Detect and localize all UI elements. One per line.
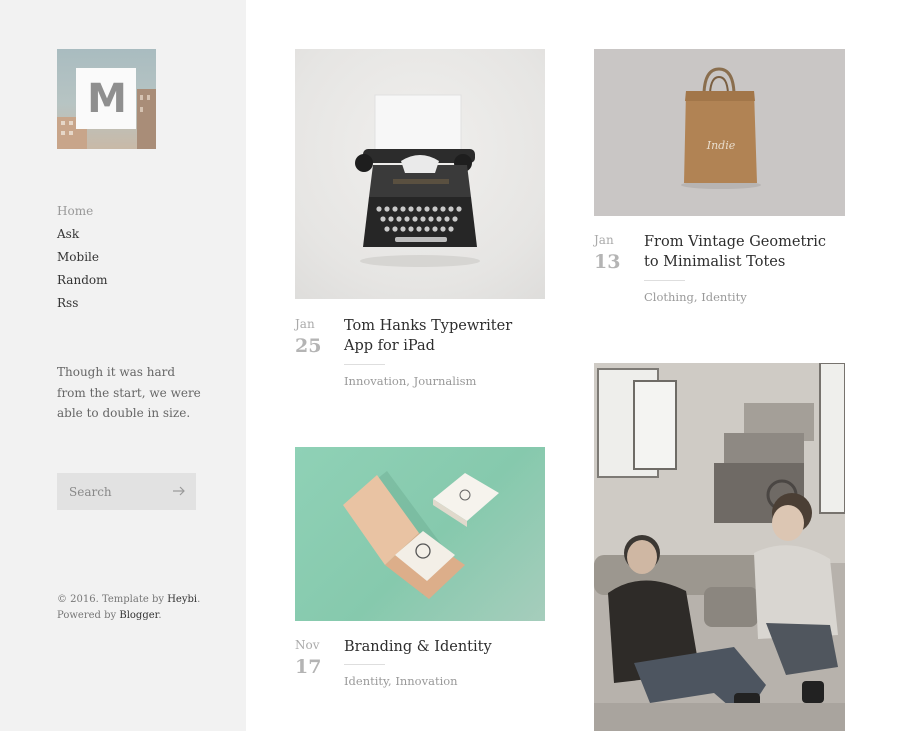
title-divider [344, 664, 385, 665]
tote-bag-illustration: Indie [681, 67, 761, 189]
arrow-right-icon[interactable] [172, 484, 186, 498]
title-divider [344, 364, 385, 365]
business-cards-illustration [343, 471, 499, 599]
tag-link[interactable]: Identity [701, 290, 747, 304]
post-day: 25 [295, 335, 322, 357]
post-image-tote-bag[interactable]: Indie [594, 49, 845, 216]
nav-rss[interactable]: Rss [57, 292, 107, 315]
blog-description: Though it was hard from the start, we we… [57, 365, 201, 420]
tag-link[interactable]: Innovation [395, 674, 457, 688]
site-logo[interactable]: M [57, 49, 156, 149]
footer: © 2016. Template by Heybi. Powered by Bl… [57, 592, 200, 624]
footer-text: . [158, 610, 162, 621]
footer-credit: © 2016. Template by Heybi. [57, 592, 200, 608]
nav-home[interactable]: Home [57, 200, 107, 223]
sidebar: M Home Ask Mobile Random Rss Though it w… [0, 0, 246, 731]
footer-text: . [197, 594, 201, 605]
nav-random[interactable]: Random [57, 269, 107, 292]
post-tags: Innovation, Journalism [344, 374, 476, 388]
post-title[interactable]: Branding & Identity [344, 637, 544, 657]
post-image-business-cards[interactable] [295, 447, 545, 621]
post-tags: Clothing, Identity [644, 290, 747, 304]
typewriter-illustration [355, 94, 480, 267]
title-divider [644, 280, 685, 281]
post-title[interactable]: Tom Hanks Typewriter App for iPad [344, 316, 544, 356]
footer-text: Powered by [57, 610, 120, 621]
svg-text:Indie: Indie [706, 139, 736, 152]
post-month: Jan [594, 233, 614, 247]
tag-link[interactable]: Innovation [344, 374, 406, 388]
post-title[interactable]: From Vintage Geometric to Minimalist Tot… [644, 232, 844, 272]
tag-separator: , [406, 374, 414, 388]
tag-link[interactable]: Journalism [414, 374, 477, 388]
post-image-couple[interactable] [594, 363, 845, 731]
search-box [57, 473, 196, 510]
blogger-link[interactable]: Blogger [119, 610, 158, 621]
couple-photo-illustration [594, 363, 845, 731]
post-day: 17 [295, 656, 322, 678]
nav-ask[interactable]: Ask [57, 223, 107, 246]
main-nav: Home Ask Mobile Random Rss [57, 200, 107, 315]
post-image-typewriter[interactable] [295, 49, 545, 299]
post-month: Nov [295, 638, 320, 652]
heybi-link[interactable]: Heybi [167, 594, 197, 605]
footer-text: © 2016. Template by [57, 594, 168, 605]
tag-link[interactable]: Identity [344, 674, 388, 688]
tag-link[interactable]: Clothing [644, 290, 694, 304]
post-tags: Identity, Innovation [344, 674, 458, 688]
post-day: 13 [594, 251, 621, 273]
footer-powered: Powered by Blogger. [57, 608, 200, 624]
search-input[interactable] [57, 473, 169, 510]
post-month: Jan [295, 317, 315, 331]
logo-letter: M [87, 75, 127, 122]
nav-mobile[interactable]: Mobile [57, 246, 107, 269]
